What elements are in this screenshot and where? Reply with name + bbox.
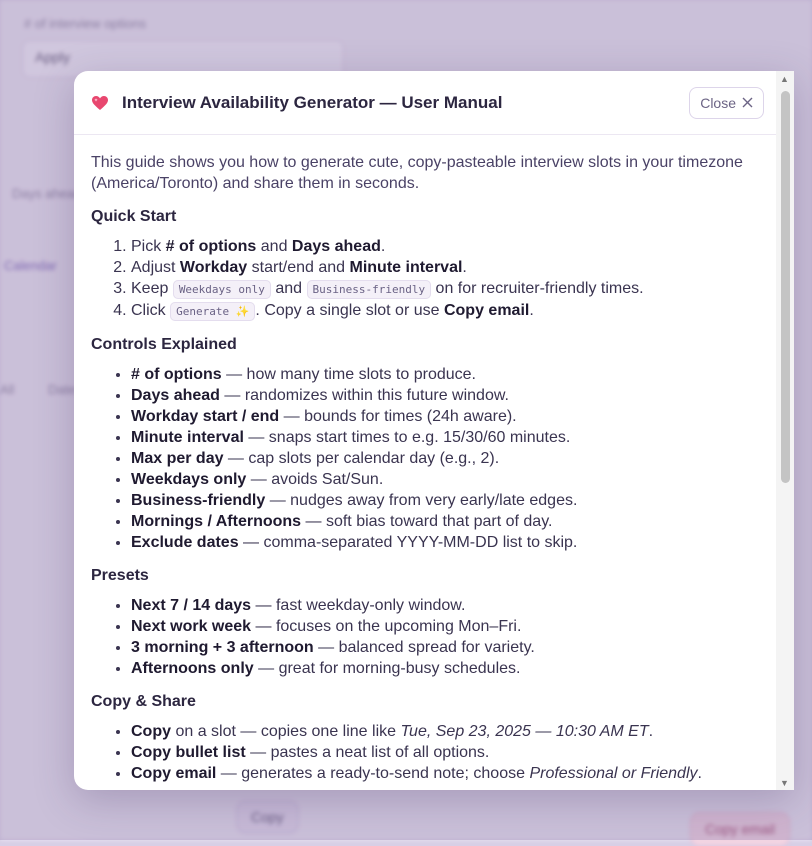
list-item: Pick # of options and Days ahead.: [131, 236, 759, 257]
inline-code: Business-friendly: [306, 280, 432, 299]
list-item: Days ahead — randomizes within this futu…: [131, 385, 759, 406]
list-item: Exclude dates — comma-separated YYYY-MM-…: [131, 532, 759, 553]
list-item: Afternoons only — great for morning-busy…: [131, 658, 759, 679]
list-item: Minute interval — snaps start times to e…: [131, 427, 759, 448]
copy-share-list: Copy on a slot — copies one line like Tu…: [91, 721, 759, 784]
inline-code: Generate ✨: [170, 302, 256, 321]
intro-text: This guide shows you how to generate cut…: [91, 154, 743, 192]
list-item: Next work week — focuses on the upcoming…: [131, 616, 759, 637]
close-label: Close: [700, 95, 736, 111]
list-item: Mornings / Afternoons — soft bias toward…: [131, 511, 759, 532]
list-item: Workday start / end — bounds for times (…: [131, 406, 759, 427]
modal-scrollbar[interactable]: ▲ ▼: [776, 71, 794, 790]
modal-title: Interview Availability Generator — User …: [122, 92, 503, 112]
list-item: Copy email — generates a ready-to-send n…: [131, 763, 759, 784]
list-item: Weekdays only — avoids Sat/Sun.: [131, 469, 759, 490]
list-item: Copy bullet list — pastes a neat list of…: [131, 742, 759, 763]
list-item: Keep Weekdays only and Business-friendly…: [131, 278, 759, 300]
list-item: Click Generate ✨. Copy a single slot or …: [131, 300, 759, 322]
list-item: Adjust Workday start/end and Minute inte…: [131, 257, 759, 278]
section-heading-presets: Presets: [91, 567, 149, 584]
scroll-down-arrow-icon[interactable]: ▼: [780, 778, 789, 788]
quick-start-list: Pick # of options and Days ahead. Adjust…: [91, 236, 759, 322]
list-item: # of options — how many time slots to pr…: [131, 364, 759, 385]
controls-list: # of options — how many time slots to pr…: [91, 364, 759, 553]
list-item: Max per day — cap slots per calendar day…: [131, 448, 759, 469]
manual-content[interactable]: This guide shows you how to generate cut…: [74, 136, 776, 790]
inline-code: Weekdays only: [172, 280, 271, 299]
close-icon: [742, 95, 753, 111]
list-item: Business-friendly — nudges away from ver…: [131, 490, 759, 511]
section-heading-copy-share: Copy & Share: [91, 693, 196, 710]
scrollbar-thumb[interactable]: [781, 91, 790, 483]
list-item: 3 morning + 3 afternoon — balanced sprea…: [131, 637, 759, 658]
close-button[interactable]: Close: [689, 87, 764, 119]
section-heading-quick-start: Quick Start: [91, 208, 177, 225]
section-heading-controls: Controls Explained: [91, 336, 237, 353]
list-item: Next 7 / 14 days — fast weekday-only win…: [131, 595, 759, 616]
presets-list: Next 7 / 14 days — fast weekday-only win…: [91, 595, 759, 679]
modal-header: Interview Availability Generator — User …: [74, 71, 794, 135]
list-item: Copy on a slot — copies one line like Tu…: [131, 721, 759, 742]
user-manual-modal: Interview Availability Generator — User …: [74, 71, 794, 790]
scroll-up-arrow-icon[interactable]: ▲: [780, 74, 789, 84]
sparkling-heart-icon: [90, 93, 110, 113]
